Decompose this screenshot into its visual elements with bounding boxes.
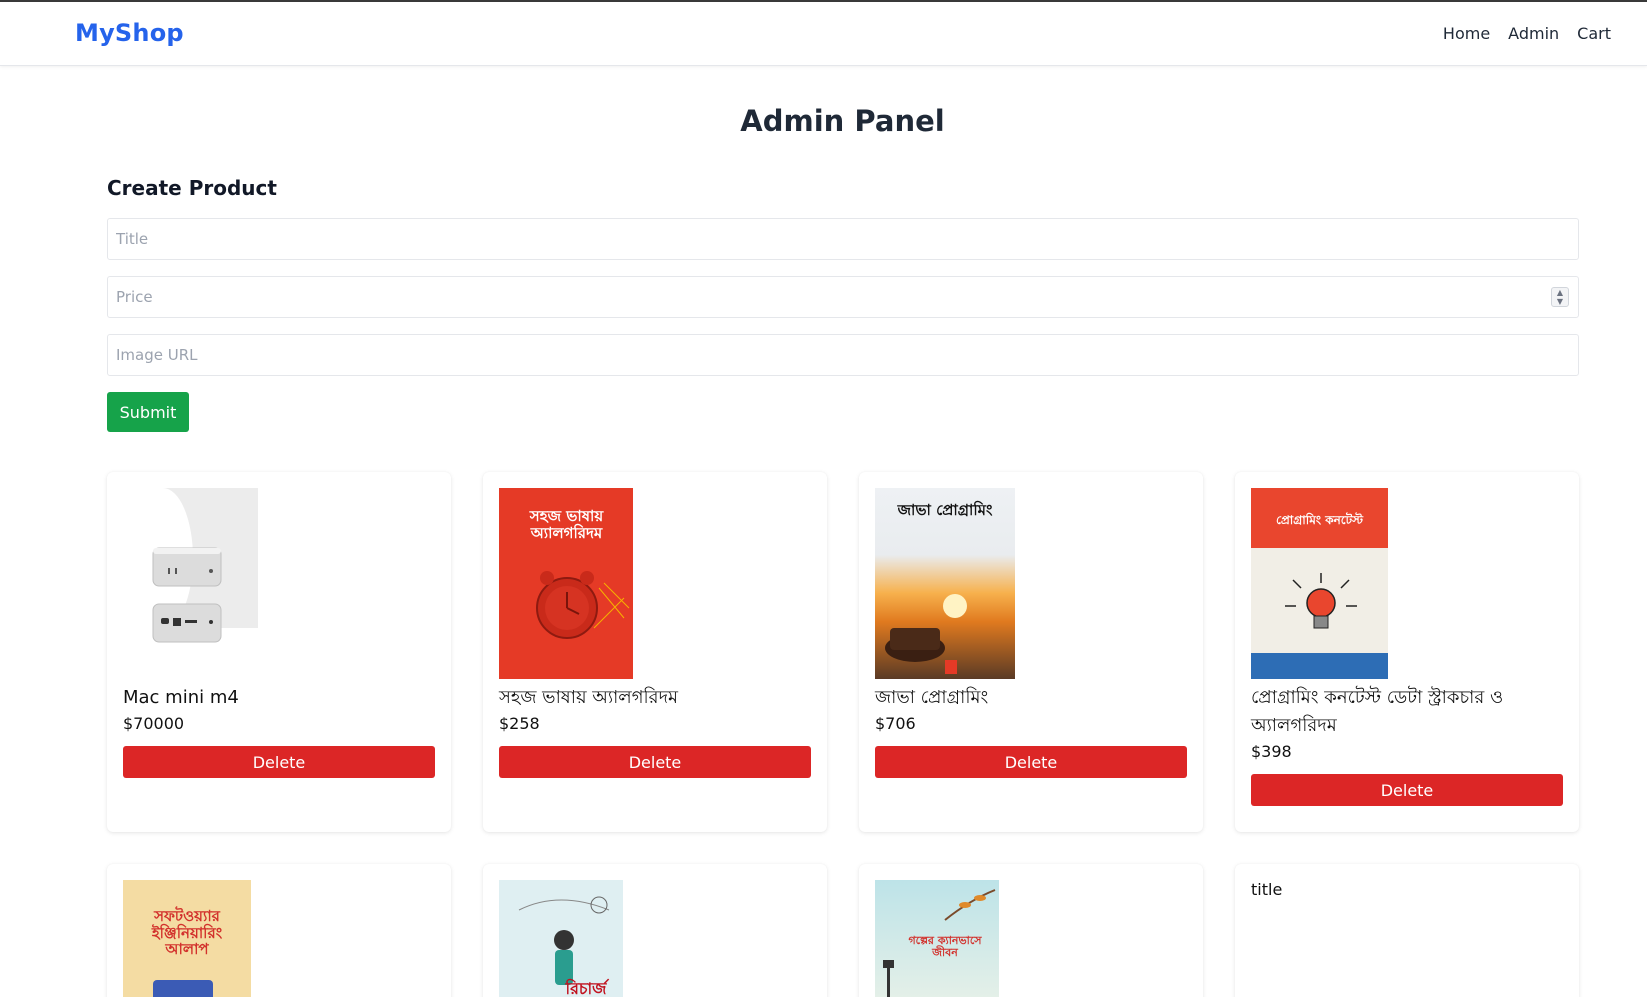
product-card: জাভা প্রোগ্রামিং জাভা প্রোগ্রামিং $706 D… (859, 472, 1203, 832)
product-title: প্রোগ্রামিং কনটেস্ট ডেটা স্ট্রাকচার ও অ্… (1251, 687, 1504, 736)
product-card: সহজ ভাষায় অ্যালগরিদম সহজ ভাষায় অ্যালগর… (483, 472, 827, 832)
product-card: গল্পের ক্যানভাসে জীবন (859, 864, 1203, 997)
image-url-input[interactable] (107, 334, 1579, 376)
product-image: সহজ ভাষায় অ্যালগরিদম (499, 488, 633, 679)
delete-button[interactable]: Delete (123, 746, 435, 778)
nav-cart-link[interactable]: Cart (1577, 24, 1611, 43)
product-title: জাভা প্রোগ্রামিং (875, 687, 989, 708)
page-title: Admin Panel (740, 104, 945, 138)
product-image: জাভা প্রোগ্রামিং (875, 488, 1015, 679)
submit-button[interactable]: Submit (107, 392, 189, 432)
product-price: $706 (875, 714, 916, 733)
product-card: সফটওয়্যার ইঞ্জিনিয়ারিং আলাপ (107, 864, 451, 997)
price-spinner[interactable]: ▲ ▼ (1551, 287, 1569, 307)
product-price: $258 (499, 714, 540, 733)
delete-button[interactable]: Delete (875, 746, 1187, 778)
product-image: গল্পের ক্যানভাসে জীবন (875, 880, 999, 997)
product-card: রিচার্জ (483, 864, 827, 997)
product-image (123, 488, 258, 672)
product-image: প্রোগ্রামিং কনটেস্ট (1251, 488, 1388, 679)
product-card: প্রোগ্রামিং কনটেস্ট প্রোগ্রামিং কনটেস্ট … (1235, 472, 1579, 832)
nav-links: Home Admin Cart (1443, 24, 1611, 43)
product-image: রিচার্জ (499, 880, 623, 997)
cover-title: রিচার্জ (565, 979, 607, 997)
navbar: MyShop Home Admin Cart (0, 2, 1647, 66)
product-price: $70000 (123, 714, 185, 733)
product-card: Mac mini m4 $70000 Delete (107, 472, 451, 832)
price-input[interactable] (107, 276, 1579, 318)
brand-logo[interactable]: MyShop (75, 19, 184, 47)
title-input[interactable] (107, 218, 1579, 260)
create-product-heading: Create Product (107, 176, 277, 200)
delete-button[interactable]: Delete (1251, 774, 1563, 806)
nav-admin-link[interactable]: Admin (1508, 24, 1559, 43)
product-title: Mac mini m4 (123, 687, 239, 708)
product-title: সহজ ভাষায় অ্যালগরিদম (499, 687, 679, 708)
product-title: title (1251, 880, 1283, 899)
product-price: $398 (1251, 742, 1292, 761)
product-card: title (1235, 864, 1579, 997)
cover-title: গল্পের ক্যানভাসে জীবন (908, 934, 982, 960)
product-image: সফটওয়্যার ইঞ্জিনিয়ারিং আলাপ (123, 880, 251, 997)
nav-home-link[interactable]: Home (1443, 24, 1490, 43)
delete-button[interactable]: Delete (499, 746, 811, 778)
